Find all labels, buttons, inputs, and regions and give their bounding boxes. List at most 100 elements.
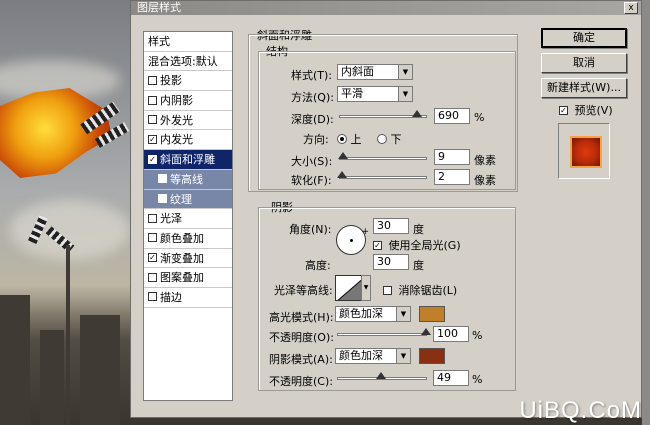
chevron-down-icon: ▼ <box>398 65 412 79</box>
close-button[interactable]: x <box>624 2 638 14</box>
soften-slider[interactable] <box>336 171 427 179</box>
chevron-down-icon: ▼ <box>396 349 410 363</box>
shadow-color-swatch[interactable] <box>419 348 445 364</box>
depth-slider-thumb[interactable] <box>412 110 423 117</box>
style-select[interactable]: 内斜面 ▼ <box>337 64 413 80</box>
style-checkbox[interactable] <box>148 95 157 105</box>
highlight-opacity-input[interactable]: 100 <box>433 326 469 342</box>
gloss-contour-dropdown[interactable]: ▼ <box>361 275 371 301</box>
angle-unit: 度 <box>413 223 424 236</box>
global-light-option[interactable]: ✓ 使用全局光(G) <box>373 237 461 253</box>
shadow-mode-select[interactable]: 颜色加深 ▼ <box>335 348 411 364</box>
style-list-item[interactable]: 混合选项:默认 <box>144 52 232 72</box>
style-item-label: 斜面和浮雕 <box>160 153 215 167</box>
depth-slider[interactable] <box>339 110 427 118</box>
style-list-item[interactable]: 颜色叠加 <box>144 229 232 249</box>
dialog-titlebar[interactable]: 图层样式 x <box>131 1 641 15</box>
style-checkbox[interactable] <box>148 292 157 302</box>
style-item-label: 渐变叠加 <box>160 251 204 265</box>
ok-button[interactable]: 确定 <box>541 28 627 48</box>
antenna-tower <box>66 245 70 425</box>
style-item-label: 投影 <box>160 74 182 88</box>
style-list-item[interactable]: 外发光 <box>144 111 232 131</box>
antialiased-option[interactable]: 消除锯齿(L) <box>383 282 457 298</box>
styles-list: 样式 混合选项:默认 投影 内阴影 外发光 ✓ 内发光 ✓ 斜面和浮雕 等高线 纹理 光泽 颜色叠加 ✓… <box>143 31 233 401</box>
watermark-logo: UiBQ.CoM <box>519 397 642 424</box>
technique-label: 方法(Q): <box>291 91 334 104</box>
style-list-item[interactable]: ✓ 内发光 <box>144 130 232 151</box>
style-list-item[interactable]: ✓ 渐变叠加 <box>144 249 232 269</box>
style-item-label: 外发光 <box>160 113 193 127</box>
preview-swatch <box>572 138 600 166</box>
shadow-opacity-slider[interactable] <box>337 372 427 380</box>
style-checkbox[interactable] <box>148 233 157 243</box>
style-label: 样式(T): <box>291 69 333 82</box>
angle-dial[interactable]: + <box>336 225 369 255</box>
depth-input[interactable]: 690 <box>434 108 470 124</box>
style-checkbox[interactable]: ✓ <box>148 253 157 263</box>
technique-select[interactable]: 平滑 ▼ <box>337 86 413 102</box>
burning-fragment <box>0 88 112 178</box>
preview-option[interactable]: ✓ 预览(V) <box>559 102 613 118</box>
style-list-item[interactable]: 纹理 <box>144 189 232 210</box>
styles-header[interactable]: 样式 <box>144 32 232 52</box>
style-preview-thumbnail <box>558 123 610 179</box>
highlight-mode-label: 高光模式(H): <box>269 311 334 324</box>
size-slider-thumb[interactable] <box>338 152 349 159</box>
highlight-opacity-unit: % <box>472 329 483 342</box>
shadow-opacity-thumb[interactable] <box>376 372 387 379</box>
gloss-contour-label: 光泽等高线: <box>274 284 333 297</box>
style-list-item[interactable]: 投影 <box>144 71 232 92</box>
new-style-button[interactable]: 新建样式(W)... <box>541 78 627 98</box>
cancel-button[interactable]: 取消 <box>541 53 627 73</box>
chevron-down-icon: ▼ <box>396 307 410 321</box>
soften-label: 软化(F): <box>291 174 332 187</box>
radio-down[interactable] <box>377 134 387 144</box>
antialiased-checkbox[interactable] <box>383 285 392 295</box>
size-slider[interactable] <box>338 152 427 160</box>
style-item-label: 描边 <box>160 290 182 304</box>
highlight-color-swatch[interactable] <box>419 306 445 322</box>
size-input[interactable]: 9 <box>434 149 470 165</box>
right-edge <box>642 0 650 425</box>
style-item-label: 等高线 <box>170 172 203 186</box>
style-list-item[interactable]: 光泽 <box>144 209 232 229</box>
style-item-label: 图案叠加 <box>160 271 204 285</box>
style-checkbox[interactable] <box>148 75 157 85</box>
highlight-opacity-slider[interactable] <box>337 328 431 336</box>
style-list-item[interactable]: 内阴影 <box>144 91 232 111</box>
highlight-mode-select[interactable]: 颜色加深 ▼ <box>335 306 411 322</box>
depth-unit: % <box>474 111 485 124</box>
style-checkbox[interactable] <box>148 115 157 125</box>
angle-input[interactable]: 30 <box>373 218 409 234</box>
preview-checkbox[interactable]: ✓ <box>559 105 568 115</box>
soften-input[interactable]: 2 <box>434 169 470 185</box>
size-label: 大小(S): <box>291 155 333 168</box>
style-list-item[interactable]: 等高线 <box>144 169 232 190</box>
global-light-checkbox[interactable]: ✓ <box>373 240 382 250</box>
style-list-item[interactable]: ✓ 斜面和浮雕 <box>144 150 232 170</box>
chevron-down-icon: ▼ <box>363 284 369 291</box>
chevron-down-icon: ▼ <box>398 87 412 101</box>
altitude-input[interactable]: 30 <box>373 254 409 270</box>
style-checkbox[interactable]: ✓ <box>148 134 157 144</box>
radio-up[interactable] <box>337 134 347 144</box>
style-checkbox[interactable] <box>148 213 157 223</box>
style-checkbox[interactable] <box>158 174 167 184</box>
style-item-label: 内阴影 <box>160 94 193 108</box>
highlight-opacity-thumb[interactable] <box>421 328 431 335</box>
style-item-label: 内发光 <box>160 133 193 147</box>
direction-down-option[interactable]: 下 <box>377 131 402 147</box>
style-list-item[interactable]: 图案叠加 <box>144 268 232 288</box>
close-icon: x <box>628 3 634 13</box>
direction-label: 方向: <box>303 133 329 146</box>
soften-slider-thumb[interactable] <box>336 171 347 178</box>
building <box>80 315 120 425</box>
style-checkbox[interactable]: ✓ <box>148 154 157 164</box>
direction-up-option[interactable]: 上 <box>337 131 362 147</box>
style-checkbox[interactable] <box>148 272 157 282</box>
shadow-opacity-input[interactable]: 49 <box>433 370 469 386</box>
style-list-item[interactable]: 描边 <box>144 288 232 308</box>
shadow-opacity-unit: % <box>472 373 483 386</box>
style-checkbox[interactable] <box>158 194 167 203</box>
